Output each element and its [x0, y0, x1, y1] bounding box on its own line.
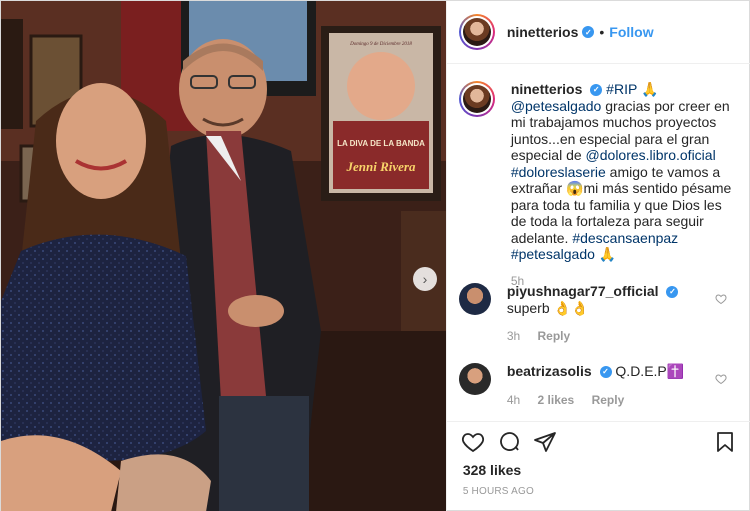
post-photo[interactable]: LA DIVA DE LA BANDA Jenni Rivera Domingo…: [1, 1, 446, 511]
comment-item: piyushnagar77_official ✓ superb 👌👌 3h Re…: [458, 283, 747, 345]
comments-list[interactable]: ninetterios ✓ #RIP 🙏 @petesalgado gracia…: [447, 65, 750, 421]
hashtag-rip[interactable]: #RIP: [606, 81, 637, 97]
comment-like-heart-icon[interactable]: [715, 373, 727, 385]
comment-like-heart-icon[interactable]: [715, 293, 727, 305]
heart-icon[interactable]: [461, 430, 485, 454]
comment-time: 3h: [506, 329, 521, 343]
poster-name: Jenni Rivera: [346, 159, 416, 174]
photo-illustration: LA DIVA DE LA BANDA Jenni Rivera Domingo…: [1, 1, 446, 511]
pray-emoji-2: 🙏: [598, 246, 617, 262]
pray-emoji: 🙏: [640, 81, 659, 97]
hashtag-petesalgado[interactable]: #petesalgado: [511, 246, 595, 262]
paper-plane-icon[interactable]: [533, 430, 557, 454]
comment-item: beatrizasolis ✓ Q.D.E.P✝️ 4h 2 likes Rep…: [458, 363, 747, 408]
commenter-avatar[interactable]: [458, 363, 491, 395]
author-username[interactable]: ninetterios: [507, 24, 579, 40]
likes-count[interactable]: 328 likes: [463, 462, 521, 478]
post-header: ninetterios ✓ • Follow: [446, 1, 750, 64]
verified-check-icon: ✓: [590, 84, 603, 97]
verified-check-icon: ✓: [582, 26, 595, 38]
post-actions: 328 likes 5 HOURS AGO: [446, 421, 750, 511]
chevron-right-icon: ›: [422, 271, 428, 287]
comment-text: Q.D.E.P✝️: [615, 363, 685, 379]
next-image-button[interactable]: ›: [413, 267, 437, 291]
poster-title: LA DIVA DE LA BANDA: [337, 139, 425, 148]
header-separator: •: [599, 24, 605, 40]
author-avatar[interactable]: [458, 14, 495, 50]
cry-emoji: 😱: [566, 180, 584, 196]
mention-dolores[interactable]: @dolores.libro.oficial: [586, 147, 716, 163]
instagram-post: LA DIVA DE LA BANDA Jenni Rivera Domingo…: [0, 0, 750, 511]
poster-date: Domingo 9 de Diciembre 2018: [349, 42, 412, 47]
verified-check-icon: ✓: [599, 366, 612, 379]
post-timestamp[interactable]: 5 HOURS AGO: [463, 486, 534, 497]
caption-username[interactable]: ninetterios: [511, 81, 583, 97]
hashtag-doloreslaserie[interactable]: #doloreslaserie: [511, 164, 606, 180]
commenter-avatar[interactable]: [458, 283, 491, 315]
comment-username[interactable]: beatrizasolis: [507, 363, 592, 379]
comment-text: superb 👌👌: [506, 299, 589, 316]
verified-check-icon: ✓: [666, 286, 679, 299]
comment-username[interactable]: piyushnagar77_official: [507, 283, 659, 299]
comment-likes[interactable]: 2 likes: [538, 393, 575, 407]
post-side-panel: ninetterios ✓ • Follow ninetterios ✓ #RI…: [445, 1, 750, 511]
hashtag-descansaenpaz[interactable]: #descansaenpaz: [572, 230, 678, 246]
caption-avatar[interactable]: [458, 81, 495, 117]
follow-button[interactable]: Follow: [609, 24, 653, 40]
reply-button[interactable]: Reply: [592, 393, 625, 407]
mention-petesalgado[interactable]: @petesalgado: [511, 98, 602, 114]
post-caption: ninetterios ✓ #RIP 🙏 @petesalgado gracia…: [458, 81, 737, 289]
bookmark-icon[interactable]: [713, 430, 737, 454]
comment-time: 4h: [506, 392, 521, 407]
reply-button[interactable]: Reply: [538, 329, 571, 343]
comment-bubble-icon[interactable]: [497, 430, 521, 454]
